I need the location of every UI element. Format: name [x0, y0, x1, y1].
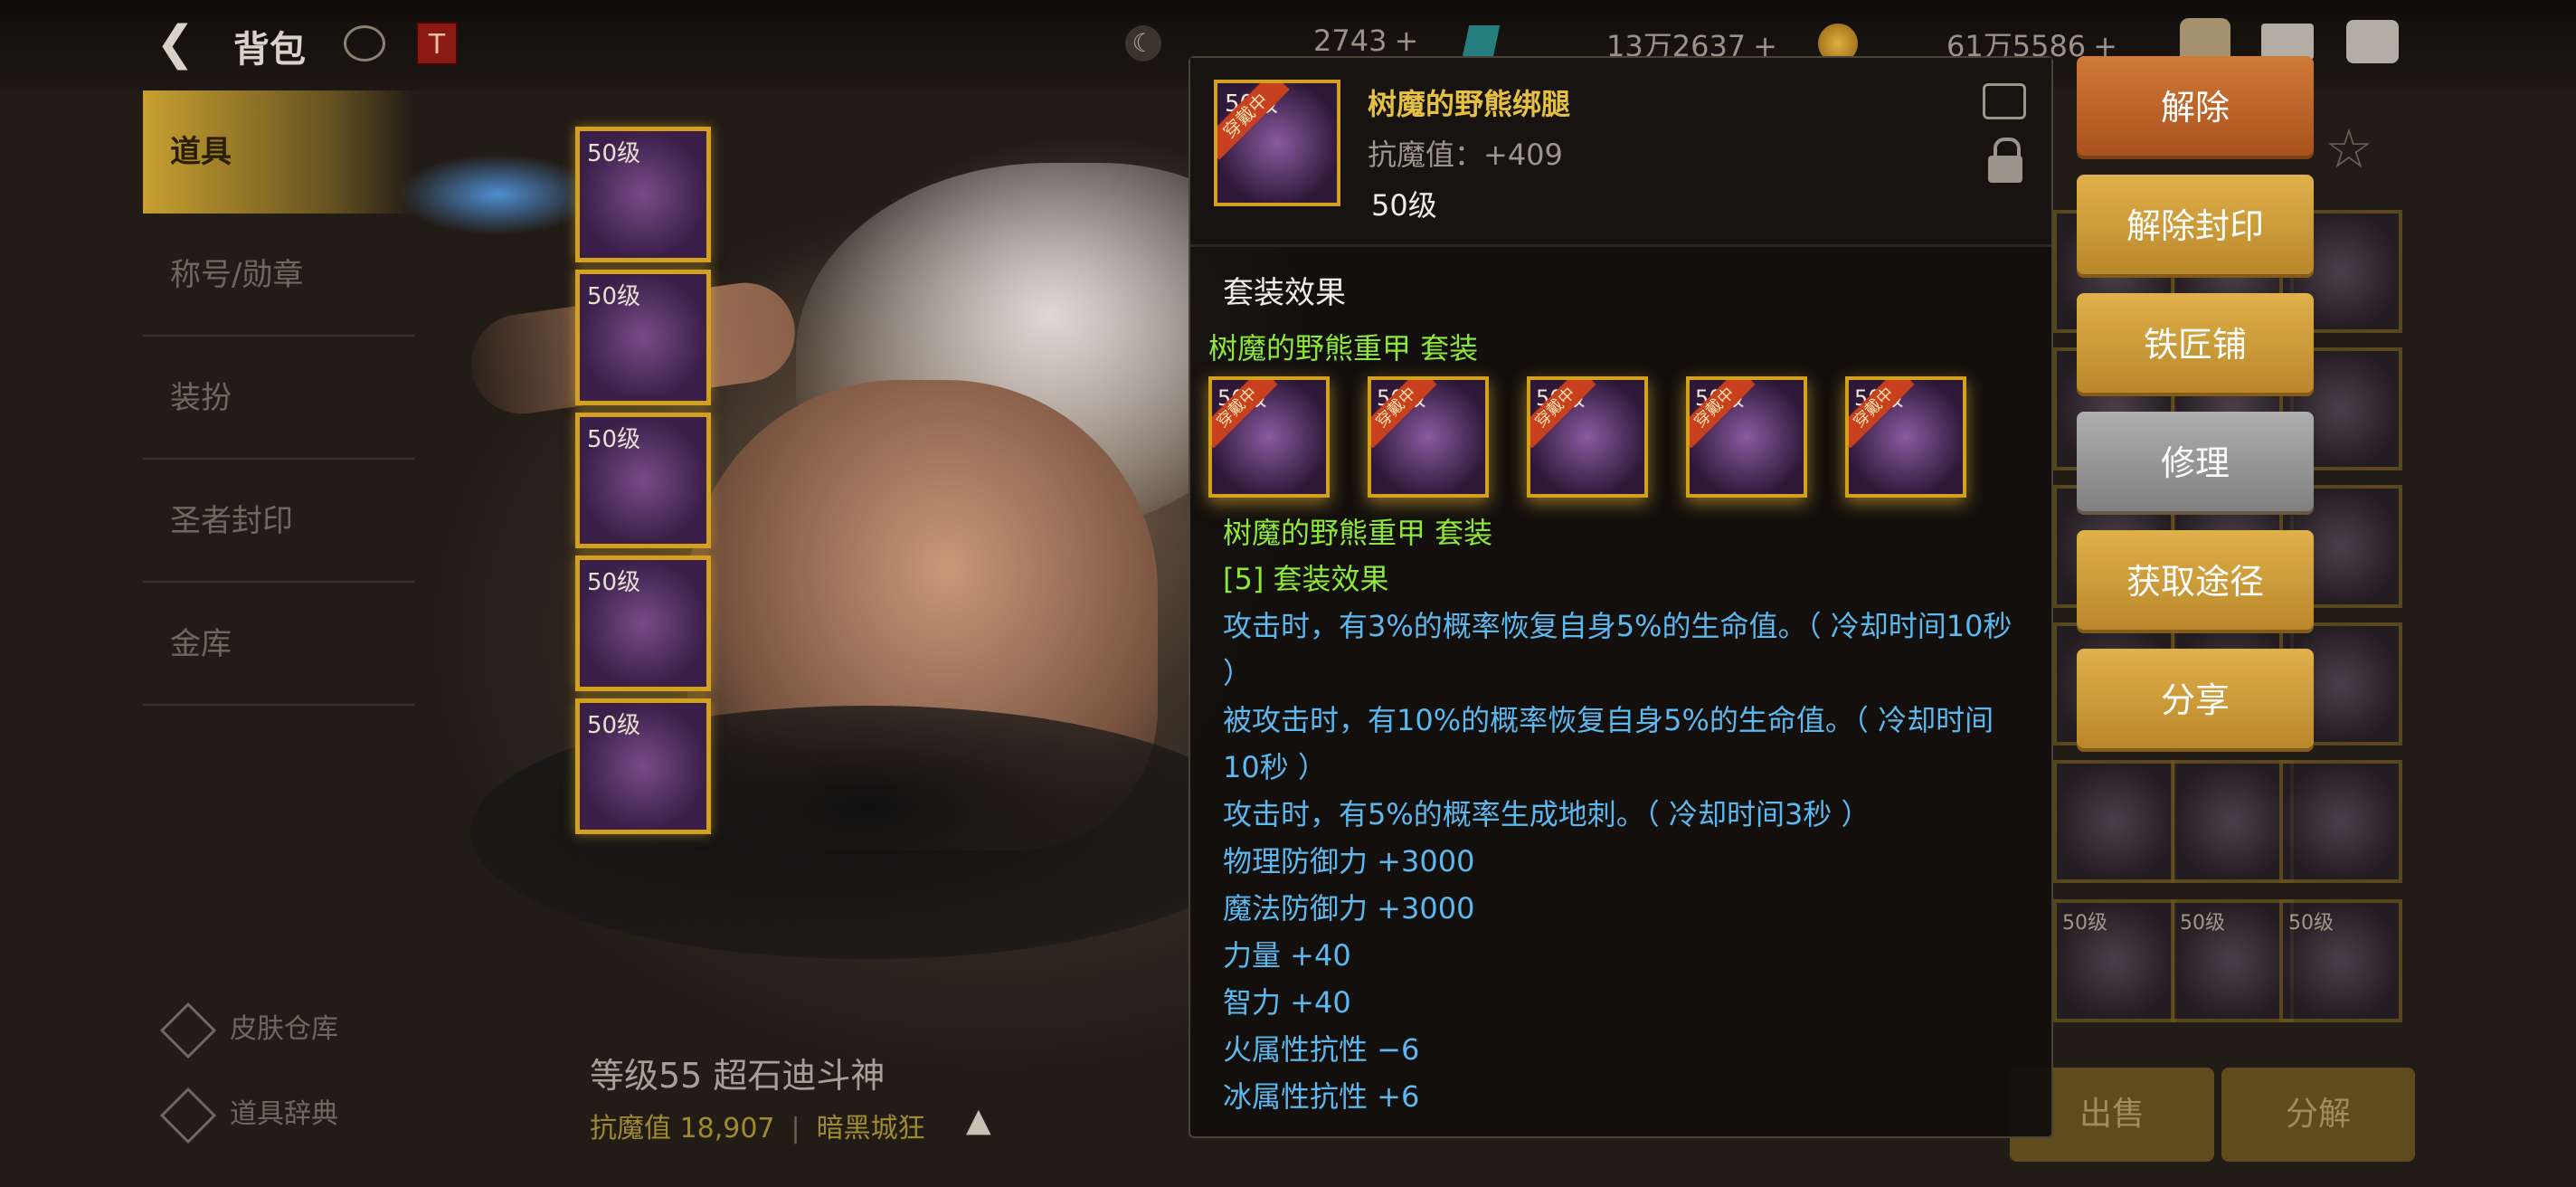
blacksmith-button[interactable]: 铁匠铺: [2077, 293, 2314, 396]
inventory-slot[interactable]: [2053, 760, 2176, 883]
share-icon[interactable]: [1983, 83, 2026, 119]
red-badge-icon[interactable]: T: [416, 22, 458, 65]
inventory-slot[interactable]: 50级: [2053, 899, 2176, 1022]
set-name: 树魔的野熊重甲 套装: [1208, 331, 1479, 366]
eye-icon[interactable]: [344, 25, 385, 62]
set-effect-title: [5] 套装效果: [1223, 562, 1389, 596]
set-item-icon[interactable]: 50级穿戴中: [1845, 376, 1966, 498]
slot-level-label: 50级: [2062, 912, 2107, 935]
equipped-slot[interactable]: 50级: [575, 556, 711, 691]
character-name: 等级55 超石迪斗神: [590, 1056, 886, 1096]
set-item-icon[interactable]: 50级穿戴中: [1368, 376, 1489, 498]
nav-item-items[interactable]: 道具: [143, 90, 414, 214]
effect-line: 智力 +40: [1223, 985, 1351, 1020]
item-level: 50级: [1371, 188, 1437, 223]
equipped-slot[interactable]: 50级: [575, 270, 711, 405]
equipped-slot[interactable]: 50级: [575, 698, 711, 834]
item-resist: 抗魔值：+409: [1368, 138, 1563, 172]
effect-line: 冰属性抗性 +6: [1223, 1079, 1420, 1114]
sidebar-nav: 道具 称号/勋章 装扮 圣者封印 金库: [143, 90, 414, 706]
tooltip-header: 50级 穿戴中 树魔的野熊绑腿 抗魔值：+409 50级: [1190, 58, 2051, 247]
repair-button[interactable]: 修理: [2077, 412, 2314, 515]
nav-item-avatar[interactable]: 装扮: [143, 337, 414, 460]
slot-level-label: 50级: [2288, 912, 2334, 935]
inventory-slot[interactable]: 50级: [2171, 899, 2294, 1022]
effect-line: 魔法防御力 +3000: [1223, 891, 1475, 926]
disassemble-button[interactable]: 分解: [2221, 1068, 2415, 1162]
equipped-slots: 50级 50级 50级 50级 50级: [575, 127, 711, 841]
inventory-slot[interactable]: 50级: [2279, 899, 2402, 1022]
effect-line: 攻击时，有5%的概率生成地刺。（ 冷却时间3秒 ）: [1223, 797, 1870, 831]
chat-icon[interactable]: [2346, 20, 2399, 63]
equipped-slot[interactable]: 50级: [575, 413, 711, 548]
back-arrow-icon[interactable]: ❮: [156, 18, 219, 69]
moon-currency-icon: ☾: [1125, 25, 1161, 62]
effect-line: 物理防御力 +3000: [1223, 844, 1475, 878]
obtain-route-button[interactable]: 获取途径: [2077, 530, 2314, 633]
set-effect-lines: [5] 套装效果 攻击时，有3%的概率恢复自身5%的生命值。（ 冷却时间10秒 …: [1223, 556, 2028, 1120]
nav-item-vault[interactable]: 金库: [143, 583, 414, 706]
inventory-slot[interactable]: [2279, 760, 2402, 883]
unequip-button[interactable]: 解除: [2077, 56, 2314, 159]
nav-item-titles[interactable]: 称号/勋章: [143, 214, 414, 337]
inventory-slot[interactable]: [2171, 760, 2294, 883]
item-name: 树魔的野熊绑腿: [1368, 87, 1571, 121]
share-button[interactable]: 分享: [2077, 649, 2314, 752]
item-tooltip: 50级 穿戴中 树魔的野熊绑腿 抗魔值：+409 50级 套装效果 树魔的野熊重…: [1189, 56, 2053, 1138]
effect-line: 火属性抗性 −6: [1223, 1032, 1420, 1067]
effect-line: 被攻击时，有10%的概率恢复自身5%的生命值。（ 冷却时间10秒 ）: [1223, 703, 1994, 784]
item-icon: 50级 穿戴中: [1214, 80, 1340, 206]
page-title: 背包: [233, 29, 306, 71]
lock-icon[interactable]: [1988, 138, 2022, 183]
blue-flare-effect: [398, 154, 597, 235]
effect-line: 攻击时，有3%的概率恢复自身5%的生命值。（ 冷却时间10秒 ）: [1223, 609, 2012, 690]
skin-storage-link[interactable]: 皮肤仓库: [159, 1002, 338, 1059]
equipped-slot[interactable]: 50级: [575, 127, 711, 262]
set-item-icon[interactable]: 50级穿戴中: [1527, 376, 1648, 498]
character-stats: 抗魔值 18,907 | 暗黑城狂: [590, 1113, 925, 1144]
mail-icon[interactable]: [2261, 24, 2314, 60]
unseal-button[interactable]: 解除封印: [2077, 175, 2314, 278]
set-name-secondary: 树魔的野熊重甲 套装: [1223, 516, 1493, 550]
set-item-icon[interactable]: 50级穿戴中: [1208, 376, 1330, 498]
set-item-icon[interactable]: 50级穿戴中: [1686, 376, 1807, 498]
dictionary-icon: [159, 1087, 217, 1144]
currency-1[interactable]: 2743 +: [1313, 24, 1418, 58]
slot-level-label: 50级: [2180, 912, 2225, 935]
favorite-star-icon[interactable]: ☆: [2325, 118, 2373, 181]
action-buttons: 解除 解除封印 铁匠铺 修理 获取途径 分享: [2077, 56, 2314, 767]
set-effect-heading: 套装效果: [1223, 275, 1346, 311]
expand-up-icon[interactable]: ▲: [966, 1102, 991, 1139]
nav-item-seal[interactable]: 圣者封印: [143, 460, 414, 583]
skin-storage-icon: [159, 1002, 217, 1059]
effect-line: 力量 +40: [1223, 938, 1351, 973]
item-dictionary-link[interactable]: 道具辞典: [159, 1087, 338, 1144]
